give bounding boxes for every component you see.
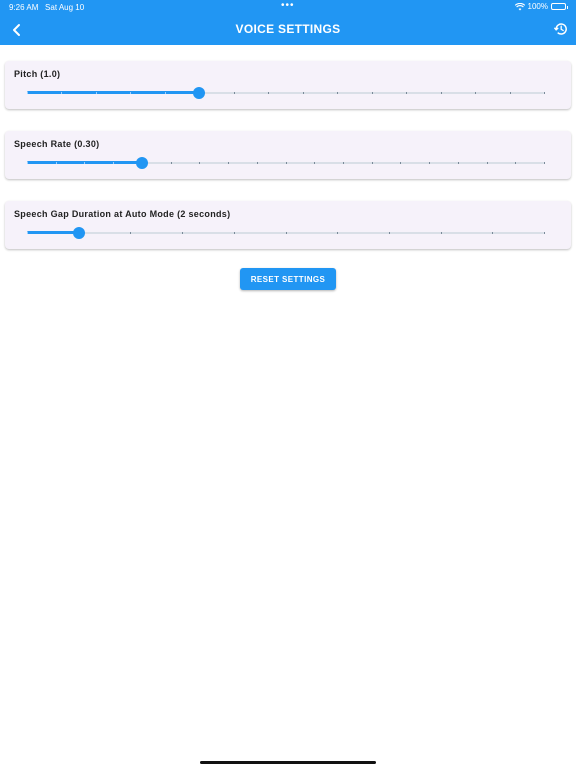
slider-tick — [27, 92, 28, 94]
slider-tick — [55, 162, 57, 164]
slider-tick — [492, 232, 494, 234]
slider-fill — [27, 231, 79, 234]
slider-tick — [406, 92, 408, 94]
speech-rate-label: Speech Rate (0.30) — [14, 139, 100, 149]
slider-tick — [268, 92, 270, 94]
slider-tick — [233, 232, 235, 234]
status-bar: 9:26 AM Sat Aug 10 ••• 100% — [0, 0, 576, 14]
slider-tick — [285, 162, 287, 164]
slider-tick — [400, 162, 402, 164]
slider-tick — [27, 232, 28, 234]
pitch-slider[interactable] — [27, 85, 545, 101]
status-time: 9:26 AM Sat Aug 10 — [9, 3, 84, 12]
slider-fill — [27, 91, 200, 94]
pitch-card: Pitch (1.0) — [5, 61, 571, 109]
slider-tick — [61, 92, 63, 94]
slider-tick — [182, 232, 184, 234]
page-title: VOICE SETTINGS — [235, 22, 341, 36]
battery-percent: 100% — [527, 2, 548, 11]
history-icon[interactable] — [554, 22, 568, 36]
slider-tick — [544, 92, 545, 94]
slider-tick — [337, 232, 339, 234]
multitasking-dots-icon[interactable]: ••• — [281, 0, 295, 11]
status-date-text: Sat Aug 10 — [45, 3, 85, 12]
speech-gap-label: Speech Gap Duration at Auto Mode (2 seco… — [14, 209, 231, 219]
slider-tick — [342, 162, 344, 164]
app-bar: 9:26 AM Sat Aug 10 ••• 100% VOICE SETTIN… — [0, 0, 576, 45]
slider-tick — [314, 162, 316, 164]
status-time-text: 9:26 AM — [9, 3, 39, 12]
slider-tick — [544, 232, 545, 234]
slider-tick — [440, 232, 442, 234]
slider-thumb[interactable] — [72, 227, 85, 239]
slider-tick — [509, 92, 511, 94]
slider-tick — [199, 162, 201, 164]
home-indicator — [200, 761, 376, 764]
speech-gap-card: Speech Gap Duration at Auto Mode (2 seco… — [5, 201, 571, 249]
pitch-label: Pitch (1.0) — [14, 69, 61, 79]
slider-tick — [95, 92, 97, 94]
battery-icon — [551, 3, 568, 10]
slider-tick — [388, 232, 390, 234]
wifi-icon — [514, 2, 525, 10]
slider-tick — [457, 162, 459, 164]
slider-tick — [130, 232, 132, 234]
speech-rate-card: Speech Rate (0.30) — [5, 131, 571, 179]
slider-tick — [285, 232, 287, 234]
slider-tick — [164, 92, 166, 94]
slider-tick — [228, 162, 230, 164]
slider-thumb[interactable] — [135, 157, 148, 169]
slider-tick — [84, 162, 86, 164]
status-right: 100% — [514, 2, 568, 11]
slider-tick — [170, 162, 172, 164]
slider-tick — [302, 92, 304, 94]
slider-tick — [130, 92, 132, 94]
reset-settings-button[interactable]: RESET SETTINGS — [240, 268, 336, 290]
slider-tick — [27, 162, 28, 164]
slider-tick — [515, 162, 517, 164]
slider-tick — [371, 92, 373, 94]
slider-tick — [486, 162, 488, 164]
speech-gap-slider[interactable] — [27, 225, 545, 241]
slider-tick — [113, 162, 115, 164]
slider-tick — [429, 162, 431, 164]
slider-tick — [475, 92, 477, 94]
slider-tick — [371, 162, 373, 164]
slider-tick — [544, 162, 545, 164]
slider-tick — [440, 92, 442, 94]
slider-thumb[interactable] — [193, 87, 206, 99]
slider-tick — [256, 162, 258, 164]
speech-rate-slider[interactable] — [27, 155, 545, 171]
slider-tick — [233, 92, 235, 94]
slider-tick — [337, 92, 339, 94]
